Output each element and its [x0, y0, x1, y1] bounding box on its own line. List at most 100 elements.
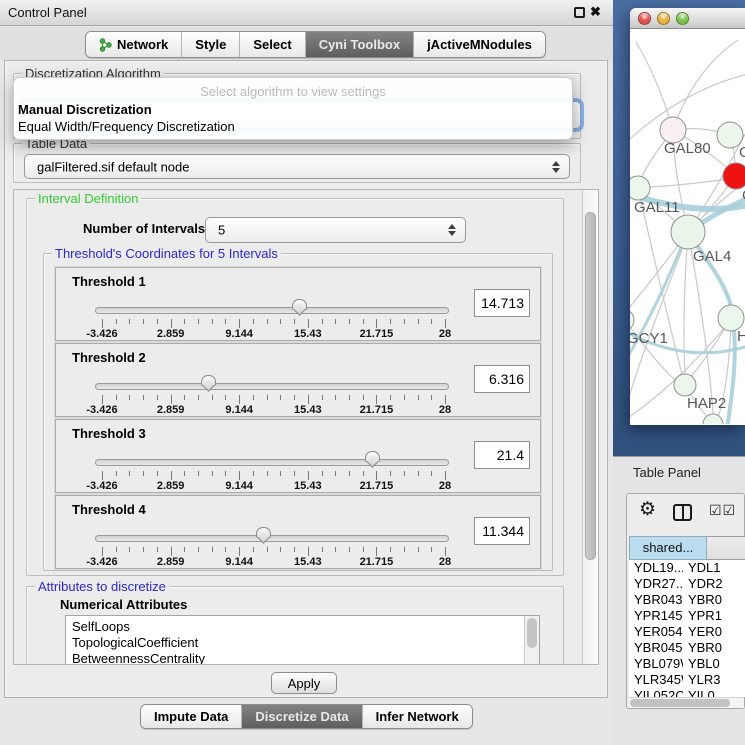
- tick-mark: [363, 319, 364, 324]
- tick-mark: [376, 547, 377, 556]
- tick-mark: [445, 319, 446, 328]
- float-icon[interactable]: [574, 7, 585, 18]
- table-hscrollbar-thumb[interactable]: [630, 699, 730, 707]
- tick-mark: [335, 471, 336, 476]
- number-of-intervals-value: 5: [218, 223, 225, 238]
- attributes-scrollbar-thumb[interactable]: [527, 618, 537, 648]
- tab-infer-network[interactable]: Infer Network: [362, 705, 472, 728]
- node-label: GA: [739, 144, 745, 161]
- table-row[interactable]: YDL19...YDL1: [629, 560, 745, 576]
- network-node-gal4[interactable]: [671, 215, 705, 249]
- tick-mark: [431, 471, 432, 476]
- table-row[interactable]: YDR27...YDR2: [629, 576, 745, 592]
- table-data-combobox[interactable]: galFiltered.sif default node: [24, 154, 570, 179]
- tick-mark: [294, 471, 295, 476]
- zoom-traffic-light[interactable]: [676, 12, 689, 25]
- tick-mark: [253, 471, 254, 476]
- threshold-panel: Threshold 4-3.4262.8599.14415.4321.71528…: [55, 495, 541, 569]
- table-cell-name: YBR0: [683, 640, 745, 656]
- threshold-slider-track[interactable]: [95, 535, 449, 542]
- tick-label: 2.859: [141, 404, 201, 416]
- threshold-value-field[interactable]: 6.316: [474, 365, 530, 393]
- node-table-frame: ⚙ ☑☑ shared...na YDL19...YDL1YDR27...YDR…: [626, 493, 745, 709]
- threshold-value-field[interactable]: 11.344: [474, 517, 530, 545]
- attribute-item[interactable]: TopologicalCoefficient: [66, 635, 539, 651]
- settings-scrollbar-thumb[interactable]: [585, 212, 596, 560]
- tab-discretize-data[interactable]: Discretize Data: [241, 705, 361, 728]
- table-cell-name: YLR3: [683, 672, 745, 688]
- close-traffic-light[interactable]: [638, 12, 651, 25]
- table-row[interactable]: YIL052CYIL0: [629, 688, 745, 697]
- threshold-slider-track[interactable]: [95, 307, 449, 314]
- tick-mark: [418, 395, 419, 400]
- table-column-header[interactable]: shared...: [629, 536, 707, 560]
- tick-mark: [280, 395, 281, 400]
- tab-impute-data[interactable]: Impute Data: [141, 705, 241, 728]
- network-window-titlebar[interactable]: [630, 8, 745, 29]
- checkbox-icons[interactable]: ☑☑: [709, 502, 736, 519]
- table-row[interactable]: YPR145WYPR1: [629, 608, 745, 624]
- popup-option-equal-width-frequency[interactable]: Equal Width/Frequency Discretization: [18, 119, 235, 134]
- threshold-slider-thumb[interactable]: [256, 527, 271, 544]
- settings-scrollbar[interactable]: [582, 190, 598, 664]
- tab-label: Style: [195, 37, 226, 52]
- tick-label: 21.715: [346, 404, 406, 416]
- network-node-gal11[interactable]: [630, 176, 650, 200]
- network-graph[interactable]: GAL80GACGAL11GAL4GCY1HHAP2: [630, 30, 745, 424]
- network-node-hap2[interactable]: [674, 374, 696, 396]
- attributes-group-title: Attributes to discretize: [35, 579, 169, 594]
- apply-button[interactable]: Apply: [271, 672, 337, 694]
- tick-mark: [239, 547, 240, 556]
- table-cell-shared-name: YDR27...: [629, 576, 683, 592]
- table-hscrollbar[interactable]: [629, 697, 744, 708]
- threshold-value-field[interactable]: 14.713: [474, 289, 530, 317]
- minimize-traffic-light[interactable]: [657, 12, 670, 25]
- threshold-slider-thumb[interactable]: [292, 299, 307, 316]
- threshold-label: Threshold 1: [72, 274, 146, 289]
- table-column-header[interactable]: na: [707, 536, 745, 560]
- split-columns-icon[interactable]: [673, 504, 692, 521]
- tab-cyni-toolbox[interactable]: Cyni Toolbox: [305, 32, 413, 57]
- gear-icon[interactable]: ⚙: [639, 498, 656, 521]
- table-row[interactable]: YBL079WYBL0: [629, 656, 745, 672]
- table-cell-name: YBL0: [683, 656, 745, 672]
- tab-style[interactable]: Style: [181, 32, 239, 57]
- tab-select[interactable]: Select: [239, 32, 304, 57]
- tick-mark: [225, 319, 226, 324]
- tick-mark: [294, 547, 295, 552]
- network-node-c[interactable]: [723, 163, 745, 189]
- network-node-gcy1[interactable]: [630, 309, 634, 331]
- table-row[interactable]: YBR045CYBR0: [629, 640, 745, 656]
- tick-label: 9.144: [209, 480, 269, 492]
- network-view-window[interactable]: GAL80GACGAL11GAL4GCY1HHAP2: [630, 8, 745, 425]
- threshold-value-field[interactable]: 21.4: [474, 441, 530, 469]
- threshold-slider-thumb[interactable]: [201, 375, 216, 392]
- attribute-item[interactable]: BetweennessCentrality: [66, 651, 539, 665]
- tick-mark: [308, 547, 309, 556]
- table-row[interactable]: YER054CYER0: [629, 624, 745, 640]
- tick-mark: [212, 547, 213, 552]
- tick-mark: [431, 547, 432, 552]
- close-icon[interactable]: ✖: [590, 4, 601, 20]
- threshold-slider-thumb[interactable]: [365, 451, 380, 468]
- table-cell-shared-name: YER054C: [629, 624, 683, 640]
- tick-mark: [280, 471, 281, 476]
- threshold-slider-track[interactable]: [95, 459, 449, 466]
- table-row[interactable]: YLR345WYLR3: [629, 672, 745, 688]
- popup-option-manual-discretization[interactable]: Manual Discretization: [18, 102, 152, 117]
- node-label: GAL80: [664, 140, 711, 157]
- network-edge[interactable]: [636, 42, 673, 130]
- numerical-attributes-list[interactable]: SelfLoopsTopologicalCoefficientBetweenne…: [65, 615, 540, 665]
- number-of-intervals-spinner[interactable]: 5: [205, 217, 466, 243]
- network-edge[interactable]: [673, 40, 738, 130]
- table-row[interactable]: YBR043CYBR0: [629, 592, 745, 608]
- tick-label: 21.715: [346, 480, 406, 492]
- tab-jactivemnodules[interactable]: jActiveMNodules: [413, 32, 545, 57]
- tick-mark: [431, 319, 432, 324]
- cyni-toolbox-panel: Discretization Algorithm Select algorith…: [4, 60, 608, 698]
- attributes-scrollbar[interactable]: [524, 616, 539, 665]
- attribute-item[interactable]: SelfLoops: [66, 619, 539, 635]
- threshold-slider-track[interactable]: [95, 383, 449, 390]
- tab-network[interactable]: Network: [86, 32, 181, 57]
- tick-label: 15.43: [278, 556, 338, 568]
